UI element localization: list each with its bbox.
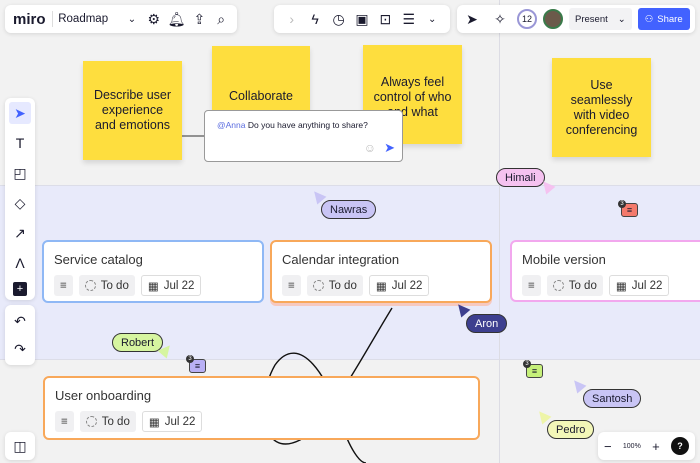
lightning-icon[interactable]: ϟ: [305, 8, 324, 30]
sidebar-icon[interactable]: ◫: [9, 435, 31, 457]
comment-text: Do you have anything to share?: [247, 120, 368, 130]
date-chip[interactable]: ▦ Jul 22: [141, 411, 203, 432]
chevrons-down-icon[interactable]: ⌄: [423, 8, 442, 30]
status-icon: [552, 280, 564, 291]
search-icon[interactable]: ⌕: [213, 8, 229, 30]
zoom-level[interactable]: 100%: [623, 443, 641, 450]
mention[interactable]: @Anna: [217, 120, 245, 130]
send-icon[interactable]: ➤: [384, 140, 395, 156]
date-chip[interactable]: ▦ Jul 22: [608, 275, 670, 296]
tools-toolbar: ➤ T ◰ ◇ ↗ Λ +: [5, 98, 35, 300]
board-name[interactable]: Roadmap: [58, 13, 108, 25]
chevron-down-icon[interactable]: ⌄: [618, 14, 626, 25]
calendar-icon: ▦: [375, 280, 387, 293]
description-icon[interactable]: ≡: [522, 275, 541, 296]
date-label: Jul 22: [163, 279, 195, 292]
emoji-icon[interactable]: ☺: [364, 141, 376, 155]
status-chip[interactable]: To do: [79, 411, 136, 432]
status-chip[interactable]: To do: [78, 275, 135, 296]
card-title: Calendar integration: [282, 252, 400, 267]
status-label: To do: [568, 279, 597, 292]
date-label: Jul 22: [631, 279, 663, 292]
card-title: User onboarding: [55, 388, 152, 403]
share-button[interactable]: ⚇ Share: [637, 8, 690, 30]
upload-icon[interactable]: ⇪: [191, 8, 207, 30]
cursor-label-pedro: Pedro: [547, 420, 595, 439]
status-icon: [85, 416, 97, 427]
status-label: To do: [100, 279, 129, 292]
calendar-icon: ▦: [147, 280, 159, 293]
card[interactable]: User onboarding ≡ To do ▦ Jul 22: [43, 376, 480, 440]
description-icon[interactable]: ≡: [282, 275, 301, 296]
zoom-out-button[interactable]: −: [604, 439, 612, 454]
status-label: To do: [328, 279, 357, 292]
notes-icon[interactable]: ☰: [399, 8, 418, 30]
status-chip[interactable]: To do: [306, 275, 363, 296]
miro-logo[interactable]: miro: [13, 11, 46, 28]
card[interactable]: Service catalog ≡ To do ▦ Jul 22: [42, 240, 264, 303]
comment-count: 3: [618, 200, 626, 208]
user-icon: ⚇: [644, 13, 654, 25]
presentation-icon[interactable]: ⊡: [376, 8, 395, 30]
comment-count: 3: [186, 355, 194, 363]
date-label: Jul 22: [391, 279, 423, 292]
bell-icon[interactable]: 🔔︎: [168, 8, 186, 30]
history-toolbar: ↶ ↷: [5, 305, 35, 365]
comment-box[interactable]: @Anna Do you have anything to share? ☺ ➤: [204, 110, 403, 162]
cursor-label-aron: Aron: [466, 314, 508, 333]
shapes-icon[interactable]: ◇: [9, 192, 31, 214]
text-icon[interactable]: T: [9, 132, 31, 154]
panel-toggle[interactable]: ◫: [5, 432, 35, 460]
select-icon[interactable]: ➤: [9, 102, 31, 124]
status-icon: [84, 280, 96, 291]
chevrons-down-icon[interactable]: ⌄: [124, 8, 140, 30]
user-toolbar: ➤ ✧ 12 Present ⌄ ⚇ Share: [457, 5, 695, 33]
cursor-label-himali: Himali: [496, 168, 545, 187]
present-button[interactable]: Present ⌄: [569, 8, 632, 30]
description-icon[interactable]: ≡: [55, 411, 74, 432]
avatar[interactable]: [543, 9, 563, 29]
zoom-controls: − 100% + ?: [598, 432, 695, 460]
date-chip[interactable]: ▦ Jul 22: [140, 275, 202, 296]
gear-icon[interactable]: ⚙: [146, 8, 162, 30]
board-header: miro Roadmap ⌄ ⚙ 🔔︎ ⇪ ⌕: [5, 5, 237, 33]
sticky-note[interactable]: Describe user experience and emotions: [83, 61, 182, 160]
zoom-in-button[interactable]: +: [652, 439, 660, 454]
date-chip[interactable]: ▦ Jul 22: [368, 275, 430, 296]
sticky-note[interactable]: Use seamlessly with video conferencing: [552, 58, 651, 157]
calendar-icon: ▦: [615, 280, 627, 293]
sticky-note-icon[interactable]: ◰: [9, 162, 31, 184]
pen-icon[interactable]: Λ: [9, 252, 31, 274]
date-label: Jul 22: [164, 415, 196, 428]
collab-toolbar: › ϟ ◷ ▣ ⊡ ☰ ⌄: [274, 5, 450, 33]
chevron-right-icon[interactable]: ›: [282, 8, 301, 30]
present-label: Present: [575, 13, 608, 25]
share-label: Share: [657, 13, 683, 25]
cursor-label-nawras: Nawras: [321, 200, 377, 219]
status-icon: [312, 280, 324, 291]
card-icon[interactable]: ▣: [352, 8, 371, 30]
celebrate-icon[interactable]: ✧: [489, 8, 511, 30]
redo-icon[interactable]: ↷: [9, 338, 31, 360]
description-icon[interactable]: ≡: [54, 275, 73, 296]
cursor-label-santosh: Santosh: [583, 389, 642, 408]
card[interactable]: Calendar integration ≡ To do ▦ Jul 22: [270, 240, 492, 303]
status-chip[interactable]: To do: [546, 275, 603, 296]
card[interactable]: Mobile version ≡ To do ▦ Jul 22: [510, 240, 700, 302]
help-button[interactable]: ?: [670, 437, 689, 455]
add-icon[interactable]: +: [13, 282, 27, 296]
card-title: Service catalog: [54, 252, 143, 267]
arrow-icon[interactable]: ↗: [9, 222, 31, 244]
card-title: Mobile version: [522, 252, 606, 267]
collaborator-count[interactable]: 12: [517, 9, 537, 29]
comment-count: 3: [523, 360, 531, 368]
status-label: To do: [101, 415, 130, 428]
cursor-icon[interactable]: ➤: [461, 8, 483, 30]
undo-icon[interactable]: ↶: [9, 310, 31, 332]
timer-icon[interactable]: ◷: [329, 8, 348, 30]
calendar-icon: ▦: [148, 416, 160, 429]
cursor-label-robert: Robert: [112, 333, 164, 352]
